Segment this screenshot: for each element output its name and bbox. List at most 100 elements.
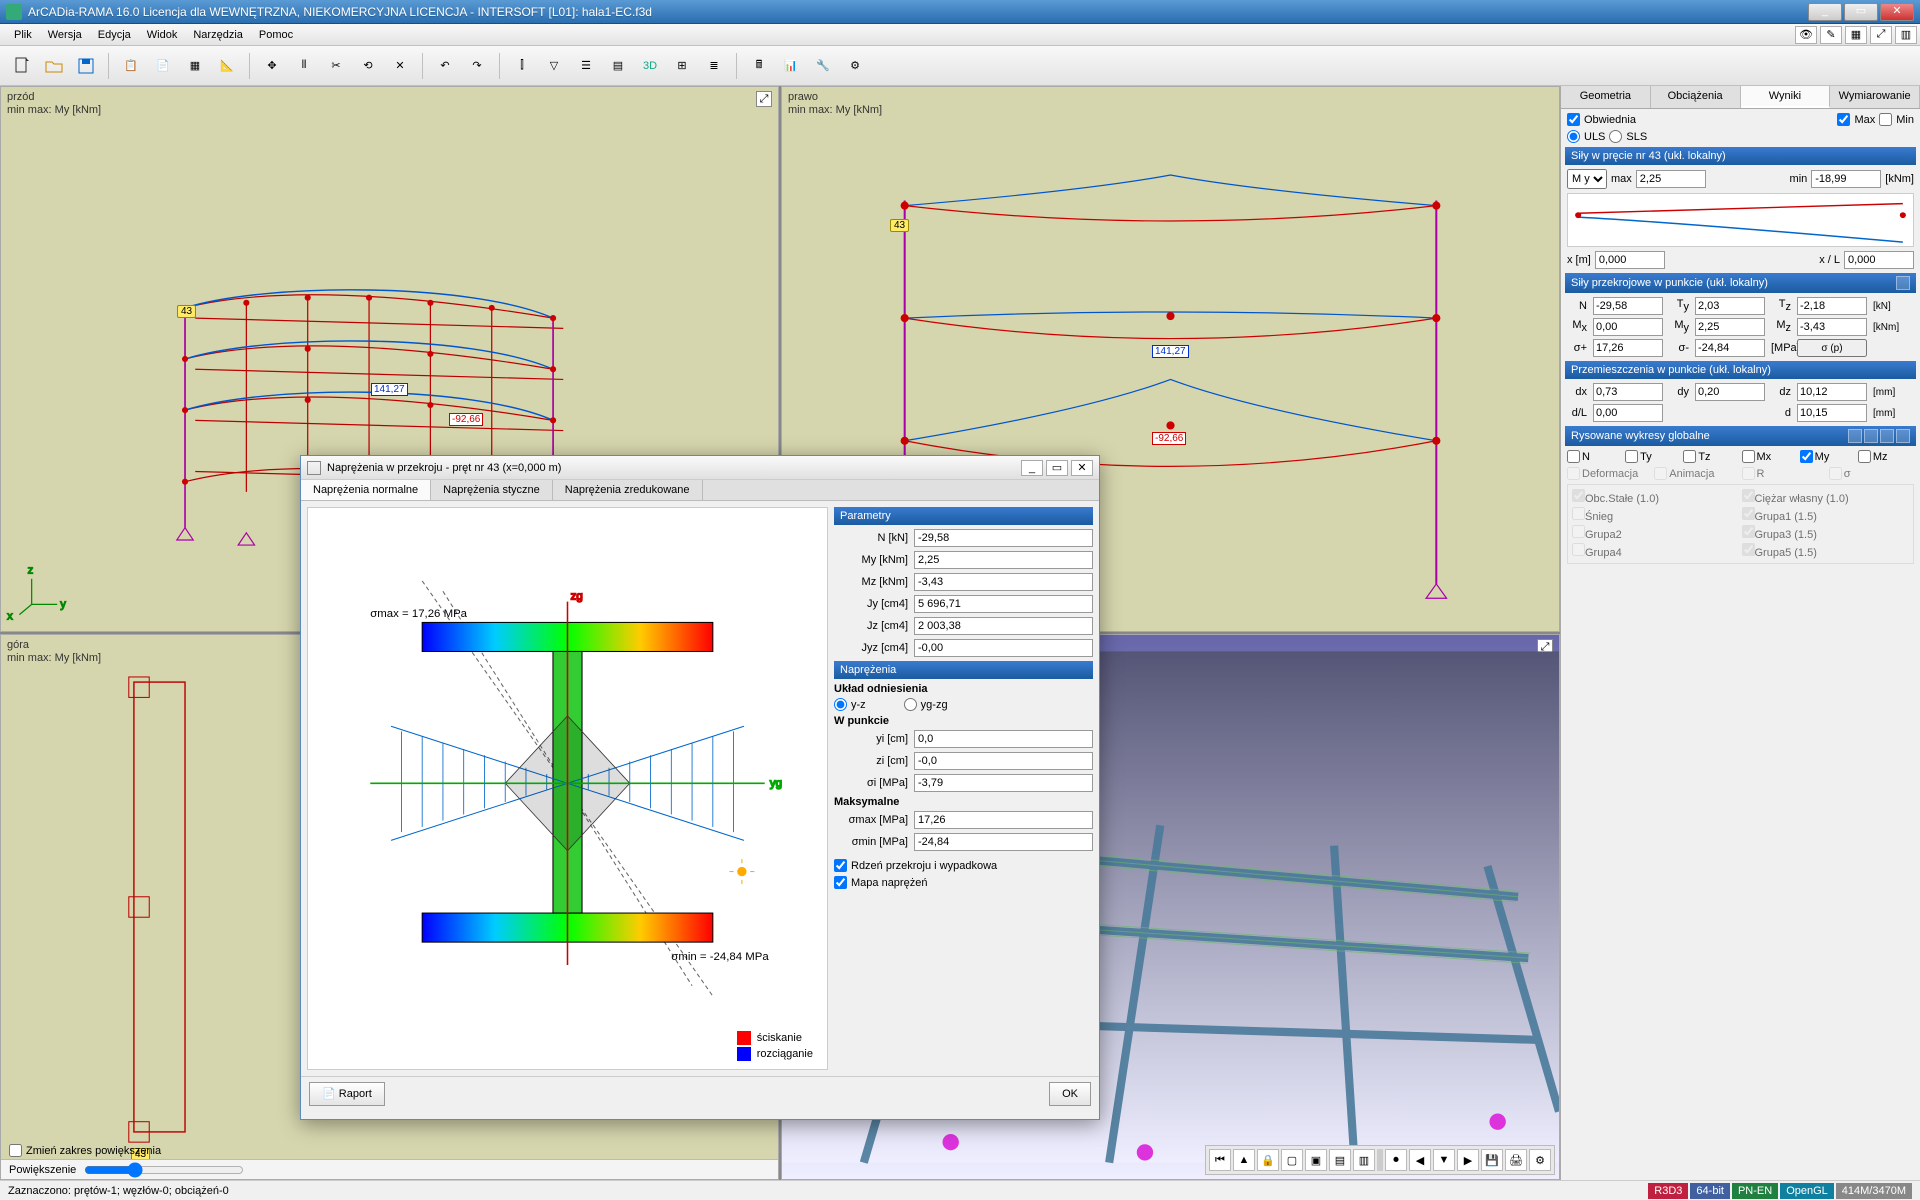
p-N[interactable] [914, 529, 1093, 547]
dx-value[interactable] [1593, 383, 1663, 401]
chk-Mx[interactable] [1742, 450, 1755, 463]
pt-sigmamax[interactable] [914, 811, 1093, 829]
nav-lock-icon[interactable]: 🔒 [1257, 1149, 1279, 1171]
chk-Tz[interactable] [1683, 450, 1696, 463]
p-Mz[interactable] [914, 573, 1093, 591]
dlg-close[interactable]: ✕ [1071, 460, 1093, 476]
new-button[interactable] [8, 52, 36, 80]
redo-button[interactable]: ↷ [463, 52, 491, 80]
tb-measure-icon[interactable]: 📐 [213, 52, 241, 80]
coord-ygzg-radio[interactable] [904, 698, 917, 711]
tb-gear-icon[interactable]: ⚙ [841, 52, 869, 80]
force-select[interactable]: M y [1567, 169, 1607, 189]
minimize-button[interactable]: _ [1808, 3, 1842, 21]
tb-section-icon[interactable]: ⊞ [668, 52, 696, 80]
max-value[interactable] [1636, 170, 1706, 188]
quick-btn-2[interactable]: ✎ [1820, 26, 1842, 44]
report-button[interactable]: 📄 Raport [309, 1082, 385, 1106]
xL-value[interactable] [1844, 251, 1914, 269]
tb-loads-icon[interactable]: ⫿ [508, 52, 536, 80]
tb-cut-icon[interactable]: ✂ [322, 52, 350, 80]
p-My[interactable] [914, 551, 1093, 569]
diag-btn1[interactable] [1848, 429, 1862, 443]
nav-down-icon[interactable]: ▼ [1433, 1149, 1455, 1171]
d-value[interactable] [1797, 404, 1867, 422]
sls-radio[interactable] [1609, 130, 1622, 143]
menu-plik[interactable]: Plik [6, 29, 40, 41]
menu-pomoc[interactable]: Pomoc [251, 29, 301, 41]
menu-narzedzia[interactable]: Narzędzia [185, 29, 251, 41]
p-Jz[interactable] [914, 617, 1093, 635]
open-button[interactable] [40, 52, 68, 80]
N-value[interactable] [1593, 297, 1663, 315]
menu-wersja[interactable]: Wersja [40, 29, 90, 41]
tb-grid-icon[interactable]: ▦ [181, 52, 209, 80]
diag-btn2[interactable] [1864, 429, 1878, 443]
maximize-button[interactable]: ▭ [1844, 3, 1878, 21]
nav-rec-icon[interactable]: ⏺ [1385, 1149, 1407, 1171]
p-Jyz[interactable] [914, 639, 1093, 657]
pt-yi[interactable] [914, 730, 1093, 748]
chk-My[interactable] [1800, 450, 1813, 463]
ok-button[interactable]: OK [1049, 1082, 1091, 1106]
collapse-icon[interactable] [1896, 276, 1910, 290]
max-check[interactable] [1837, 113, 1850, 126]
menu-widok[interactable]: Widok [139, 29, 186, 41]
Mx-value[interactable] [1593, 318, 1663, 336]
quick-btn-5[interactable]: ▥ [1895, 26, 1917, 44]
section-view[interactable]: yg zg σmax = 17,26 MPa σmin = -24,84 MPa… [307, 507, 828, 1070]
tab-obciazenia[interactable]: Obciążenia [1651, 86, 1741, 108]
zoom-range-check[interactable] [9, 1144, 22, 1157]
nav-print-icon[interactable]: 🖨 [1505, 1149, 1527, 1171]
sigma-p-button[interactable]: σ (p) [1797, 339, 1867, 357]
nav-right-icon[interactable]: ▶ [1457, 1149, 1479, 1171]
tb-array-icon[interactable]: ⫴ [290, 52, 318, 80]
tb-filter-icon[interactable]: ▽ [540, 52, 568, 80]
tb-wrench-icon[interactable]: 🔧 [809, 52, 837, 80]
nav-view3-icon[interactable]: ▤ [1329, 1149, 1351, 1171]
chk-Ty[interactable] [1625, 450, 1638, 463]
x-value[interactable] [1595, 251, 1665, 269]
nav-view4-icon[interactable]: ▥ [1353, 1149, 1375, 1171]
sigma-plus[interactable] [1593, 339, 1663, 357]
tb-move-icon[interactable]: ✥ [258, 52, 286, 80]
pt-zi[interactable] [914, 752, 1093, 770]
dL-value[interactable] [1593, 404, 1663, 422]
coord-yz-radio[interactable] [834, 698, 847, 711]
tb-paste-icon[interactable]: 📄 [149, 52, 177, 80]
close-button[interactable]: ✕ [1880, 3, 1914, 21]
dy-value[interactable] [1695, 383, 1765, 401]
diag-btn4[interactable] [1896, 429, 1910, 443]
nav-up-icon[interactable]: ▲ [1233, 1149, 1255, 1171]
dlg-tab-styczne[interactable]: Naprężenia styczne [431, 480, 553, 500]
tb-results-icon[interactable]: 📊 [777, 52, 805, 80]
p-Jy[interactable] [914, 595, 1093, 613]
quick-btn-3[interactable]: ▦ [1845, 26, 1867, 44]
Ty-value[interactable] [1695, 297, 1765, 315]
dlg-tab-zredukowane[interactable]: Naprężenia zredukowane [553, 480, 703, 500]
nav-first-icon[interactable]: ⏮ [1209, 1149, 1231, 1171]
Tz-value[interactable] [1797, 297, 1867, 315]
My-value[interactable] [1695, 318, 1765, 336]
tb-table-icon[interactable]: ▤ [604, 52, 632, 80]
tb-calc-icon[interactable]: 🖩 [745, 52, 773, 80]
pt-sigma[interactable] [914, 774, 1093, 792]
tb-3d-icon[interactable]: 3D [636, 52, 664, 80]
dialog-titlebar[interactable]: Naprężenia w przekroju - pręt nr 43 (x=0… [301, 456, 1099, 480]
tb-delete-icon[interactable]: ✕ [386, 52, 414, 80]
dz-value[interactable] [1797, 383, 1867, 401]
tb-list-icon[interactable]: ☰ [572, 52, 600, 80]
nav-view2-icon[interactable]: ▣ [1305, 1149, 1327, 1171]
sigma-minus[interactable] [1695, 339, 1765, 357]
nav-settings-icon[interactable]: ⚙ [1529, 1149, 1551, 1171]
save-button[interactable] [72, 52, 100, 80]
nav-save-icon[interactable]: 💾 [1481, 1149, 1503, 1171]
tb-copy-icon[interactable]: 📋 [117, 52, 145, 80]
min-value[interactable] [1811, 170, 1881, 188]
dlg-minimize[interactable]: _ [1021, 460, 1043, 476]
uls-radio[interactable] [1567, 130, 1580, 143]
tab-geometria[interactable]: Geometria [1561, 86, 1651, 108]
min-check[interactable] [1879, 113, 1892, 126]
chk-map[interactable] [834, 876, 847, 889]
nav-left-icon[interactable]: ◀ [1409, 1149, 1431, 1171]
